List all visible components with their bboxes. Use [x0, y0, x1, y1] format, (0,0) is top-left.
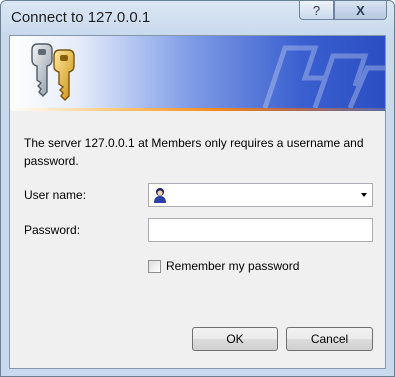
remember-password[interactable]: Remember my password: [148, 257, 299, 275]
help-icon: ?: [312, 2, 321, 18]
remember-password-checkbox[interactable]: [148, 259, 161, 273]
banner-accent-line: [10, 108, 385, 111]
username-label: User name:: [24, 188, 87, 202]
title-bar[interactable]: Connect to 127.0.0.1 ? X: [1, 1, 394, 35]
connect-dialog-window: Connect to 127.0.0.1 ? X The server 127.…: [0, 0, 395, 377]
cancel-button[interactable]: Cancel: [286, 327, 373, 351]
auth-message: The server 127.0.0.1 at Members only req…: [24, 136, 364, 168]
dialog-body: The server 127.0.0.1 at Members only req…: [9, 35, 386, 369]
password-input[interactable]: [153, 221, 368, 239]
network-decoration-icon: [262, 45, 385, 108]
window-title: Connect to 127.0.0.1: [11, 9, 151, 26]
close-button[interactable]: X: [334, 1, 387, 20]
keys-icon: [31, 43, 75, 101]
password-field[interactable]: [148, 218, 373, 242]
banner: [10, 36, 385, 111]
username-input[interactable]: [171, 186, 351, 204]
username-combobox[interactable]: [148, 183, 373, 207]
help-button[interactable]: ?: [299, 1, 334, 20]
close-icon: X: [356, 2, 365, 18]
dropdown-arrow-icon[interactable]: [361, 193, 367, 197]
remember-password-label[interactable]: Remember my password: [166, 259, 299, 273]
ok-button[interactable]: OK: [192, 327, 278, 351]
user-icon: [154, 188, 166, 203]
password-label: Password:: [24, 223, 81, 237]
